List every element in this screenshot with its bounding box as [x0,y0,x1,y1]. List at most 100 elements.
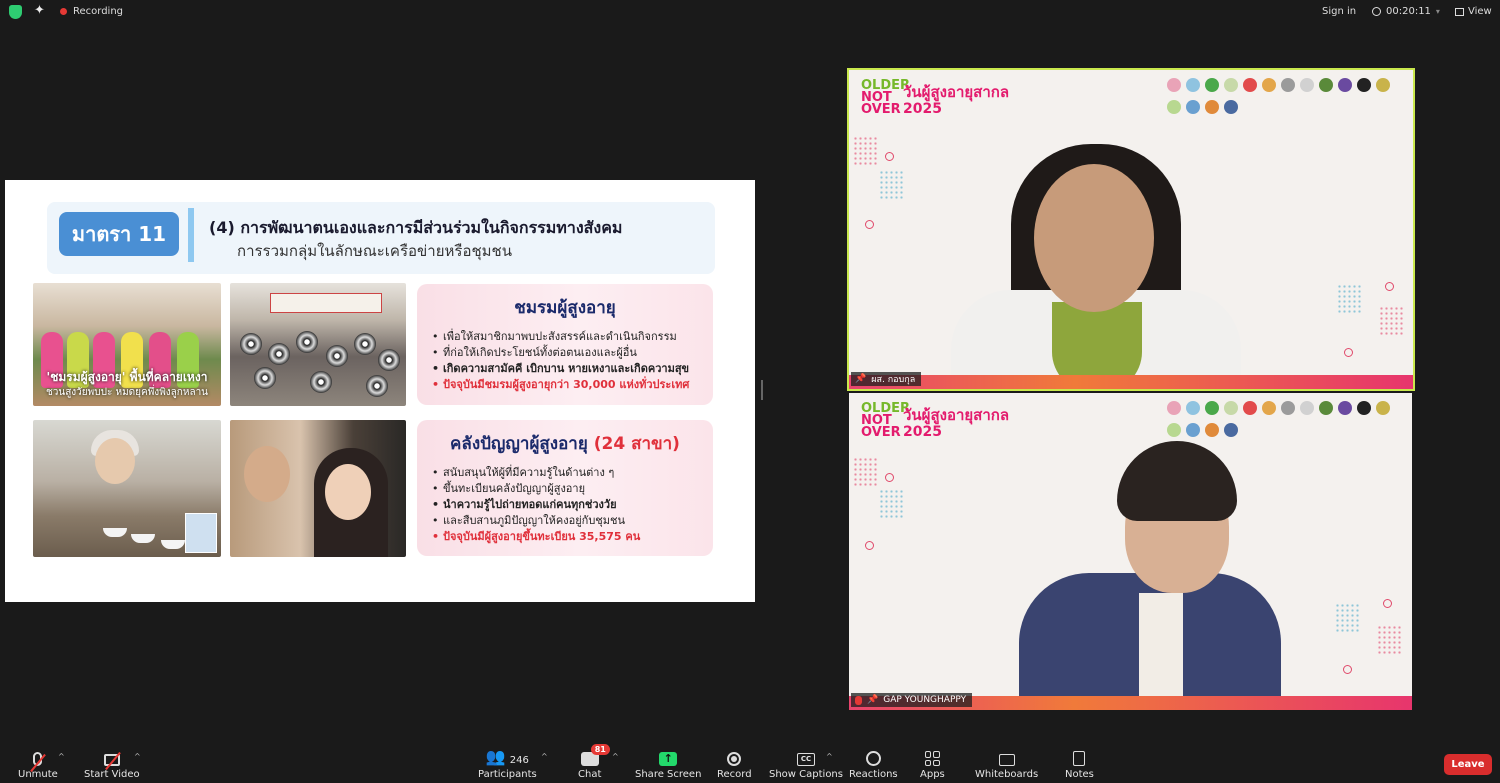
decor-ring [865,220,874,229]
recording-dot-icon [60,8,67,15]
decor-dots [879,170,903,200]
share-screen-button[interactable]: ↑ Share Screen [635,746,701,780]
mic-muted-icon [18,746,58,773]
sponsor-logo [1376,78,1390,92]
slide-title: (4) การพัฒนาตนเองและการมีส่วนร่วมในกิจกร… [209,218,623,237]
pin-icon: 📌 [867,695,879,705]
photo-face [244,446,290,502]
photo-fan [268,343,290,365]
sponsor-logo [1205,78,1219,92]
record-button[interactable]: Record [717,746,752,780]
sponsor-logo [1262,401,1276,415]
sponsor-logo [1224,78,1238,92]
chat-label: Chat [578,769,602,780]
sponsor-logo [1300,401,1314,415]
group-fans-photo [230,283,406,406]
elderly-club-card: ชมรมผู้สูงอายุ เพื่อให้สมาชิกมาพบปะสังสร… [417,284,713,405]
apps-label: Apps [920,769,945,780]
decor-dots [853,457,877,487]
list-item: ปัจจุบันมีชมรมผู้สูงอายุกว่า 30,000 แห่ง… [432,377,713,393]
decor-ring [885,152,894,161]
sponsor-logo [1186,99,1200,114]
photo-caption-line: ชวนสูงวัยพบปะ หมดยุคพึ่งพิงลูกหลาน [45,387,209,398]
unmute-button[interactable]: Unmute [18,746,58,780]
sign-in-link[interactable]: Sign in [1322,6,1356,17]
list-item: นำความรู้ไปถ่ายทอดแก่คนทุกช่วงวัย [432,497,713,513]
reactions-button[interactable]: Reactions [849,746,898,780]
sponsor-logo [1167,401,1181,415]
share-screen-label: Share Screen [635,769,702,780]
sponsor-logo [1167,99,1181,114]
photo-banner [270,293,382,313]
video-tile-speaker[interactable]: OLDER NOT OVER วันผู้สูงอายุสากล 2025 📌 [847,68,1415,391]
video-options-chevron-icon[interactable]: ^ [134,752,141,761]
photo-fan [254,367,276,389]
list-item: สนับสนุนให้ผู้ที่มีความรู้ในด้านต่าง ๆ [432,465,713,481]
photo-face [325,464,371,520]
recording-indicator[interactable]: Recording [60,6,123,17]
view-label: View [1468,6,1492,17]
record-icon [717,746,752,766]
decor-dots [853,136,877,166]
decor-ring [885,473,894,482]
timer-value: 00:20:11 [1386,6,1431,17]
view-button[interactable]: View [1455,6,1492,17]
audio-options-chevron-icon[interactable]: ^ [58,752,65,761]
decor-ring [1385,282,1394,291]
recording-label: Recording [73,6,124,17]
apps-icon [920,746,945,766]
participants-button[interactable]: 👥 246 Participants [478,746,537,780]
meeting-toolbar: Unmute ^ Start Video ^ 👥 246 Participants… [0,738,1500,783]
ai-companion-icon[interactable]: ✦ [34,3,45,18]
event-brand: OLDER NOT OVER วันผู้สูงอายุสากล 2025 [861,402,1021,443]
notes-label: Notes [1065,769,1094,780]
sponsor-logo [1205,99,1219,114]
apps-button[interactable]: Apps [920,746,945,780]
photo-bowl [131,534,155,543]
meeting-top-bar: ✦ Recording Sign in 00:20:11 ▾ View [0,0,1500,24]
list-item: เกิดความสามัคคี เบิกบาน หายเหงาและเกิดคว… [432,361,713,377]
participant-name-tag: 📌 GAP YOUNGHAPPY [851,693,973,707]
elderly-woman-crafting-photo [33,420,221,557]
chat-unread-badge: 81 [590,744,610,755]
view-icon [1455,7,1464,16]
captions-options-chevron-icon[interactable]: ^ [826,752,833,761]
participant-face [1034,164,1154,312]
reactions-icon [849,746,898,766]
notes-button[interactable]: Notes [1065,746,1094,780]
sponsor-logo [1167,422,1181,437]
chat-icon: 81 [578,744,610,766]
sign-language-interpreter-inset [185,513,217,553]
decor-dots [1379,306,1403,336]
photo-fan [296,331,318,353]
decor-ring [865,541,874,550]
sponsor-logo [1357,78,1371,92]
participant-shirt [1139,593,1183,710]
split-view-drag-handle[interactable] [759,380,763,400]
sponsor-logo [1243,78,1257,92]
sponsor-logo [1186,401,1200,415]
notes-icon [1065,746,1094,766]
video-tile-participant[interactable]: OLDER NOT OVER วันผู้สูงอายุสากล 2025 📌 … [849,393,1412,710]
sponsor-logo [1376,401,1390,415]
sponsor-logo [1319,78,1333,92]
pin-icon: 📌 [855,374,867,384]
whiteboards-button[interactable]: Whiteboards [975,746,1038,780]
photo-fan [366,375,388,397]
slide-subtitle: การรวมกลุ่มในลักษณะเครือข่ายหรือชุมชน [237,242,512,260]
chat-button[interactable]: 81 Chat [578,744,610,780]
event-brand: OLDER NOT OVER วันผู้สูงอายุสากล 2025 [861,79,1021,120]
security-shield-icon[interactable] [9,5,22,19]
whiteboard-icon [975,746,1038,766]
participant-name-tag: 📌 ผส. กอบกุล [851,372,922,386]
unmute-label: Unmute [18,769,58,780]
photo-bowl [161,540,185,549]
chat-options-chevron-icon[interactable]: ^ [612,752,619,761]
participants-icon: 👥 246 [485,747,529,766]
participants-options-chevron-icon[interactable]: ^ [541,752,548,761]
sponsor-logo [1224,422,1238,437]
leave-button[interactable]: Leave [1444,754,1492,775]
timer-dropdown-icon[interactable]: ▾ [1436,7,1440,16]
start-video-button[interactable]: Start Video [84,746,140,780]
sponsor-logo [1300,78,1314,92]
